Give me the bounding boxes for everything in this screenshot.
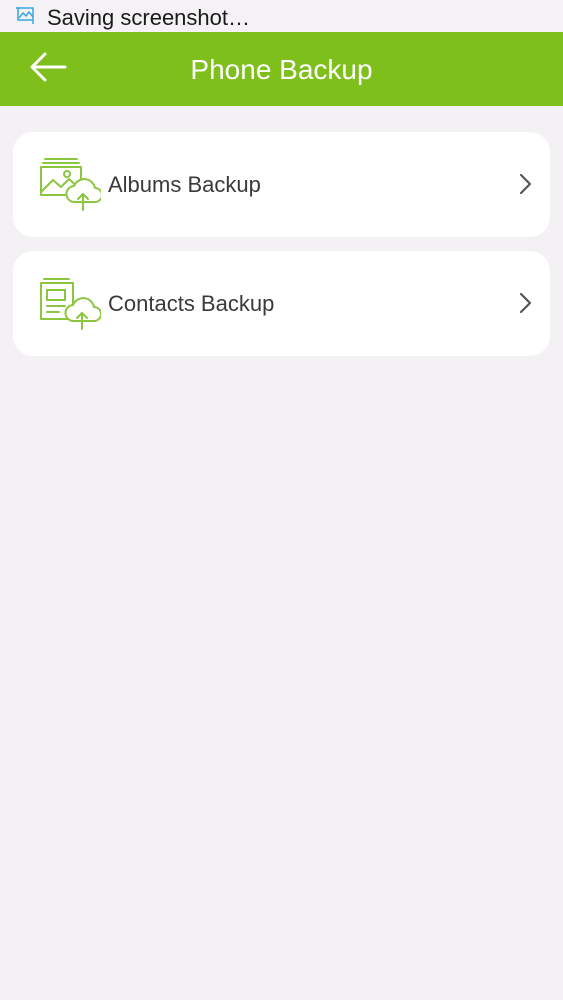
screenshot-icon — [16, 6, 36, 24]
status-bar: Saving screenshot… — [0, 0, 563, 32]
page-title: Phone Backup — [190, 54, 373, 85]
app-bar: Phone Backup — [0, 32, 563, 106]
status-text: Saving screenshot… — [47, 5, 250, 30]
chevron-right-icon — [518, 292, 532, 314]
albums-backup-label: Albums Backup — [108, 172, 261, 197]
contacts-backup-item[interactable]: Contacts Backup — [13, 251, 550, 356]
contacts-cloud-upload-icon — [39, 275, 102, 331]
phone-backup-screen: Saving screenshot… Phone Backup Albums B… — [0, 0, 563, 1000]
chevron-right-icon — [518, 173, 532, 195]
album-cloud-upload-icon — [39, 156, 103, 212]
back-button[interactable] — [22, 46, 74, 92]
contacts-backup-label: Contacts Backup — [108, 291, 275, 316]
albums-backup-item[interactable]: Albums Backup — [13, 132, 550, 237]
arrow-left-icon — [29, 52, 67, 87]
